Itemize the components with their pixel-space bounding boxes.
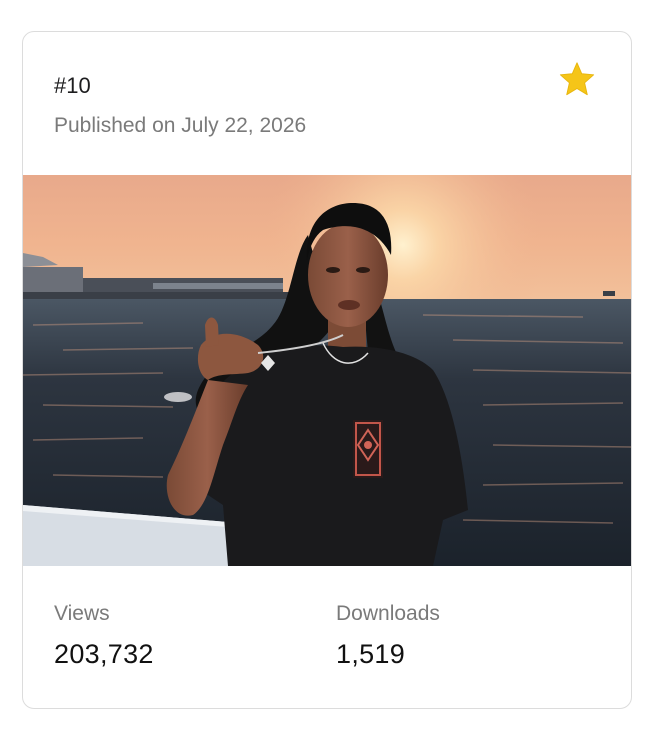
- views-label: Views: [54, 602, 110, 625]
- views-value: 203,732: [54, 639, 154, 669]
- photo-image[interactable]: [23, 175, 631, 566]
- rank-label: #10: [54, 73, 91, 98]
- downloads-label: Downloads: [336, 602, 440, 625]
- downloads-value: 1,519: [336, 639, 406, 669]
- star-icon[interactable]: [558, 60, 596, 98]
- sunset-portrait-image: [23, 175, 631, 566]
- photo-card[interactable]: #10 Published on July 22, 2026 Views 203…: [22, 31, 632, 709]
- published-date: Published on July 22, 2026: [54, 114, 307, 137]
